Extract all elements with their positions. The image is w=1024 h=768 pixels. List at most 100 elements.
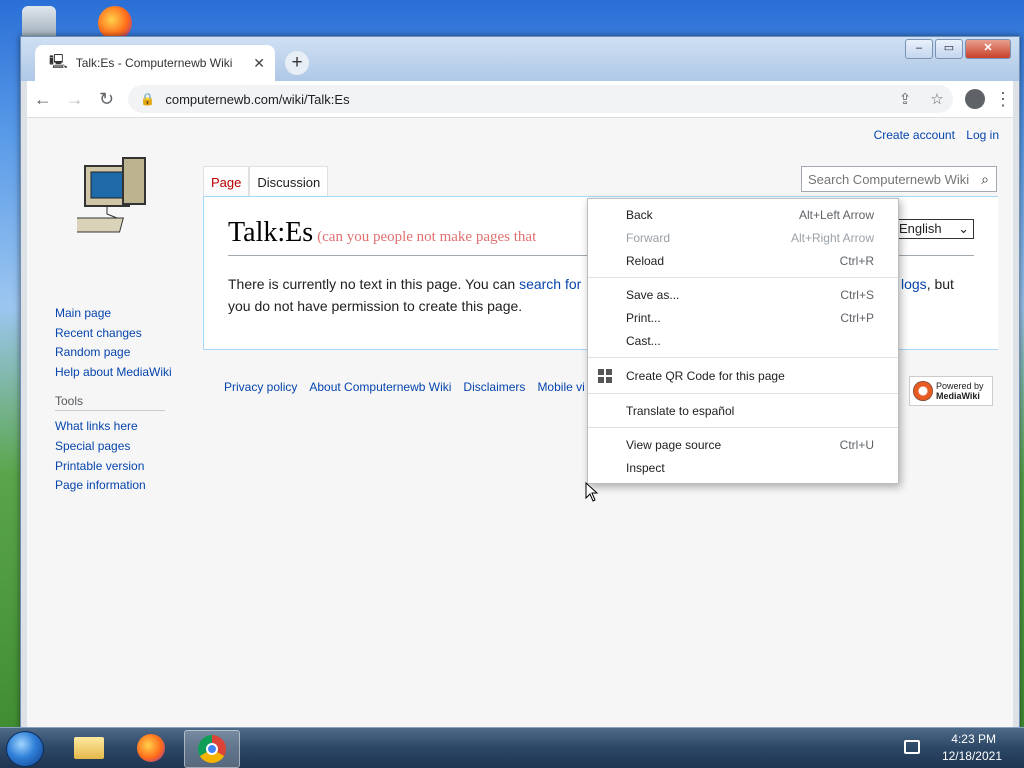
menu-label: Print... (626, 311, 661, 325)
bookmark-star-icon[interactable]: ☆ (921, 90, 953, 108)
page-title: Talk:Es (can you people not make pages th… (228, 217, 536, 249)
footer-mobile-link[interactable]: Mobile vi (537, 380, 584, 394)
footer-about-link[interactable]: About Computernewb Wiki (309, 380, 451, 394)
sidebar-item-help[interactable]: Help about MediaWiki (55, 363, 172, 383)
body-text-3: you do not have permission to create thi… (228, 298, 523, 314)
menu-shortcut: Alt+Left Arrow (798, 208, 874, 222)
sidebar-item-special-pages[interactable]: Special pages (55, 437, 172, 457)
powered-by-text: Powered by (936, 381, 984, 391)
body-text-2: , but (926, 276, 954, 292)
menu-label: Save as... (626, 288, 680, 302)
minimize-button[interactable]: – (905, 39, 933, 59)
menu-item-view-source[interactable]: View page source Ctrl+U (588, 434, 898, 456)
clock-time[interactable]: 4:23 PM (951, 732, 996, 746)
menu-shortcut: Ctrl+S (840, 288, 874, 302)
system-tray: 4:23 PM 12/18/2021 (904, 728, 1024, 768)
create-account-link[interactable]: Create account (874, 128, 955, 142)
menu-separator (588, 277, 898, 278)
share-icon[interactable]: ⇪ (889, 90, 921, 108)
menu-shortcut: Ctrl+U (839, 438, 874, 452)
firefox-desktop-icon[interactable] (98, 6, 132, 40)
sidebar-item-recent-changes[interactable]: Recent changes (55, 324, 172, 344)
url-text[interactable]: computernewb.com/wiki/Talk:Es (165, 92, 889, 107)
menu-item-cast[interactable]: Cast... (588, 330, 898, 352)
menu-separator (588, 357, 898, 358)
wiki-search: ⌕ (801, 166, 997, 192)
sidebar-item-what-links-here[interactable]: What links here (55, 417, 172, 437)
recycle-bin-icon[interactable] (22, 6, 56, 40)
taskbar: 4:23 PM 12/18/2021 (0, 727, 1024, 768)
search-for-link[interactable]: search for (519, 276, 581, 292)
lock-icon[interactable]: 🔒 (140, 92, 155, 106)
computer-favicon-icon: 🖳 (49, 53, 68, 69)
menu-label: Reload (626, 254, 665, 268)
footer-links: Privacy policy About Computernewb Wiki D… (224, 380, 585, 394)
sidebar-item-page-information[interactable]: Page information (55, 476, 172, 496)
page-tabs: Page Discussion (203, 166, 329, 198)
window-controls: – ▭ ✕ (905, 39, 1011, 59)
firefox-icon (137, 734, 165, 762)
menu-item-print[interactable]: Print... Ctrl+P (588, 307, 898, 329)
body-text-1: There is currently no text in this page.… (228, 276, 520, 292)
search-icon[interactable]: ⌕ (974, 171, 996, 188)
network-icon[interactable] (904, 740, 920, 754)
menu-label: Translate to español (626, 404, 735, 418)
footer-disclaimers-link[interactable]: Disclaimers (463, 380, 525, 394)
menu-label: View page source (626, 438, 722, 452)
context-menu: Back Alt+Left Arrow Forward Alt+Right Arro… (587, 198, 899, 484)
tools-heading: Tools (55, 394, 165, 412)
address-bar[interactable]: 🔒 computernewb.com/wiki/Talk:Es ⇪ ☆ (128, 85, 954, 113)
sidebar: Main page Recent changes Random page Hel… (55, 304, 172, 496)
browser-menu-icon[interactable]: ⋮ (993, 89, 1013, 110)
menu-item-back[interactable]: Back Alt+Left Arrow (588, 204, 898, 226)
taskbar-firefox-button[interactable] (124, 730, 178, 766)
tab-page[interactable]: Page (203, 166, 250, 198)
forward-arrow-icon[interactable]: → (59, 89, 91, 110)
search-input[interactable] (802, 170, 974, 188)
clock-date[interactable]: 12/18/2021 (942, 749, 1002, 763)
menu-item-inspect[interactable]: Inspect (588, 457, 898, 479)
sidebar-item-random-page[interactable]: Random page (55, 343, 172, 363)
qr-code-icon (598, 369, 612, 383)
new-tab-button[interactable]: + (285, 51, 309, 75)
footer-privacy-link[interactable]: Privacy policy (224, 380, 297, 394)
tab-title: Talk:Es - Computernewb Wiki (75, 56, 233, 70)
maximize-button[interactable]: ▭ (935, 39, 963, 59)
language-value: English (899, 221, 942, 236)
tab-discussion[interactable]: Discussion (249, 166, 329, 198)
sidebar-item-printable-version[interactable]: Printable version (55, 457, 172, 477)
chevron-down-icon: ⌄ (958, 221, 969, 236)
menu-item-qr-code[interactable]: Create QR Code for this page (588, 365, 898, 387)
taskbar-chrome-button[interactable] (184, 730, 240, 768)
start-button[interactable] (6, 731, 44, 767)
wiki-logo-computer-icon[interactable] (77, 152, 157, 242)
taskbar-explorer-button[interactable] (62, 730, 116, 766)
menu-item-reload[interactable]: Reload Ctrl+R (588, 250, 898, 272)
mouse-cursor-icon (585, 482, 599, 502)
menu-item-forward[interactable]: Forward Alt+Right Arrow (588, 227, 898, 249)
close-window-button[interactable]: ✕ (965, 39, 1011, 59)
sidebar-item-main-page[interactable]: Main page (55, 304, 172, 324)
browser-tab[interactable]: 🖳 Talk:Es - Computernewb Wiki ✕ (35, 45, 275, 81)
chrome-icon (198, 735, 226, 763)
page-title-subtitle: (can you people not make pages that (317, 229, 537, 245)
menu-item-translate[interactable]: Translate to español (588, 400, 898, 422)
logs-link[interactable]: logs (901, 276, 927, 292)
close-tab-icon[interactable]: ✕ (253, 55, 265, 72)
log-in-link[interactable]: Log in (966, 128, 999, 142)
menu-label: Back (626, 208, 653, 222)
language-select[interactable]: English ⌄ (894, 219, 974, 239)
browser-toolbar: ← → ↻ 🔒 computernewb.com/wiki/Talk:Es ⇪ … (27, 81, 1013, 117)
profile-avatar-icon[interactable] (965, 89, 986, 109)
reload-icon[interactable]: ↻ (91, 89, 123, 110)
menu-item-save-as[interactable]: Save as... Ctrl+S (588, 284, 898, 306)
mediawiki-text: MediaWiki (936, 391, 980, 401)
menu-separator (588, 393, 898, 394)
powered-by-mediawiki-badge[interactable]: Powered by MediaWiki (909, 376, 993, 406)
menu-label: Cast... (626, 334, 661, 348)
menu-shortcut: Ctrl+R (839, 254, 874, 268)
title-bar: 🖳 Talk:Es - Computernewb Wiki ✕ + – ▭ ✕ (21, 37, 1019, 81)
menu-label: Inspect (626, 461, 665, 475)
menu-shortcut: Alt+Right Arrow (790, 231, 874, 245)
back-arrow-icon[interactable]: ← (27, 89, 59, 110)
